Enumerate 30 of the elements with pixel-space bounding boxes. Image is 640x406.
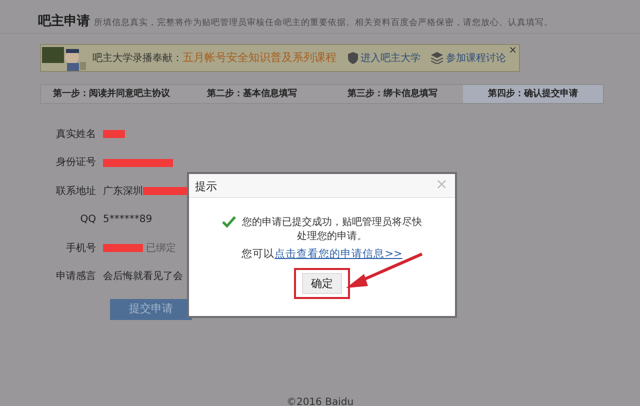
page-description: 所填信息真实，完整将作为贴吧管理员审核任命吧主的重要依据。相关资料百度会严格保密，请您放心、认真填写。 bbox=[94, 18, 553, 28]
shield-icon bbox=[348, 52, 358, 64]
close-button[interactable]: × bbox=[508, 45, 517, 57]
field-label: 申请感言 bbox=[55, 270, 97, 284]
field-value: 5******89 bbox=[103, 213, 152, 228]
footer-text: ©2016 Baidu bbox=[285, 396, 355, 406]
banner-lead: 吧主大学录播奉献： bbox=[92, 52, 182, 66]
page-title: 吧主申请 bbox=[38, 14, 90, 29]
field-value: 会后悔就看见了会 bbox=[103, 270, 183, 284]
dialog-message: 您的申请已提交成功，贴吧管理员将尽快处理您的申请。 bbox=[242, 216, 422, 244]
hint-text: 您可以 bbox=[242, 246, 275, 262]
field-label: 真实姓名 bbox=[55, 128, 97, 142]
field-value: 广东深圳 bbox=[103, 184, 143, 199]
course-title: 五月帐号安全知识普及系列课程 bbox=[182, 50, 336, 66]
step-item: 第四步：确认提交申请 bbox=[462, 85, 603, 103]
step-item: 第三步：绑卡信息填写 bbox=[346, 87, 438, 101]
banner-link[interactable]: 参加课程讨论 bbox=[446, 50, 506, 66]
submit-button[interactable]: 提交申请 bbox=[110, 299, 192, 320]
step-item: 第一步：阅读并同意吧主协议 bbox=[52, 87, 171, 101]
info-link[interactable]: 点击查看您的申请信息>> bbox=[274, 246, 402, 262]
banner-link[interactable]: 进入吧主大学 bbox=[360, 50, 420, 66]
field-label: QQ bbox=[79, 213, 97, 228]
dialog-title: 提示 bbox=[195, 180, 217, 193]
step-item: 第二步：基本信息填写 bbox=[206, 87, 298, 101]
field-label: 手机号 bbox=[65, 242, 97, 256]
field-label: 联系地址 bbox=[55, 184, 97, 199]
field-note: 已绑定 bbox=[146, 242, 176, 256]
field-label: 身份证号 bbox=[55, 156, 97, 170]
ok-button[interactable]: 确定 bbox=[302, 273, 342, 294]
check-icon bbox=[222, 216, 236, 228]
